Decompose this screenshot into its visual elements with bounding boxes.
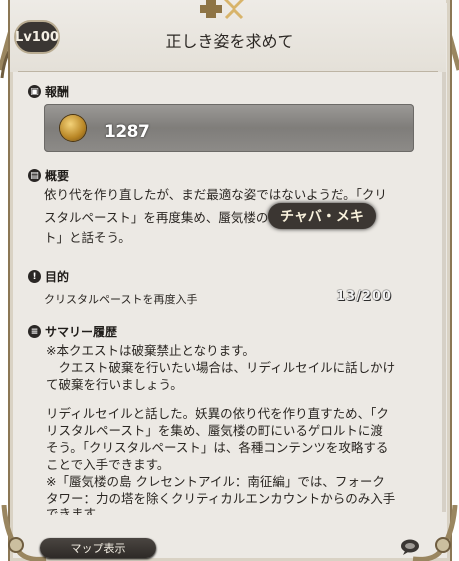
objective-text: クリスタルペーストを再度入手 bbox=[44, 293, 198, 306]
gil-amount: 1287 bbox=[104, 122, 150, 142]
objective-count: 13/200 bbox=[336, 289, 392, 304]
reward-icon: ▣ bbox=[28, 85, 41, 98]
history-icon: ≡ bbox=[28, 325, 41, 338]
plus-key-crest-icon bbox=[200, 0, 244, 20]
summary-line-3: ト」と話そう。 bbox=[44, 230, 131, 245]
history-line: ※「蜃気楼の島 クレセントアイル：南征編」では、フォーク bbox=[46, 474, 385, 489]
scrollbar[interactable] bbox=[442, 72, 446, 512]
history-heading-label: サマリー履歴 bbox=[45, 325, 118, 339]
chat-bubble-icon[interactable] bbox=[400, 539, 420, 555]
history-line-clipped: できます。 bbox=[46, 506, 108, 515]
history-line: そう。「クリスタルペースト」は、各種コンテンツを攻略する bbox=[46, 440, 389, 455]
objective-heading: ! 目的 bbox=[28, 268, 69, 285]
summary-line-2a: スタルペースト」を再度集め、蜃気楼の bbox=[44, 210, 269, 225]
summary-line-2: スタルペースト」を再度集め、蜃気楼の bbox=[44, 209, 268, 226]
summary-line-1: 依り代を作り直したが、まだ最適な姿ではないようだ。「クリ bbox=[44, 187, 387, 202]
history-line: ことで入手できます。 bbox=[46, 457, 170, 472]
gil-coin-icon bbox=[60, 115, 86, 141]
objective-heading-label: 目的 bbox=[45, 270, 70, 284]
summary-icon: ▤ bbox=[28, 169, 41, 182]
history-line: ※本クエストは破棄禁止となります。 bbox=[46, 343, 255, 358]
map-display-button[interactable]: マップ表示 bbox=[40, 538, 156, 558]
reward-heading-label: 報酬 bbox=[45, 85, 70, 99]
history-heading: ≡ サマリー履歴 bbox=[28, 323, 117, 340]
quest-window-frame: Lv100 正しき姿を求めて ▣ 報酬 1287 ▤ 概要 依り代を作り直したが… bbox=[0, 0, 459, 561]
history-line: て破棄を行いましょう。 bbox=[46, 377, 183, 392]
history-line: リスタルペースト」を集め、蜃気楼の町にいるゲロルトに渡 bbox=[46, 423, 383, 438]
history-line: リディルセイルと話した。妖異の依り代を作り直すため、「ク bbox=[46, 406, 389, 421]
reward-bar[interactable] bbox=[44, 104, 414, 152]
header-divider bbox=[18, 71, 438, 72]
summary-heading-label: 概要 bbox=[45, 169, 70, 183]
reward-heading: ▣ 報酬 bbox=[28, 83, 69, 100]
history-line: クエスト破棄を行いたい場合は、リディルセイルに話しかけ bbox=[46, 360, 396, 375]
objective-icon: ! bbox=[28, 270, 41, 283]
quest-title: 正しき姿を求めて bbox=[165, 32, 294, 51]
summary-heading: ▤ 概要 bbox=[28, 167, 69, 184]
npc-nameplate: チャバ・メキ bbox=[268, 203, 376, 229]
